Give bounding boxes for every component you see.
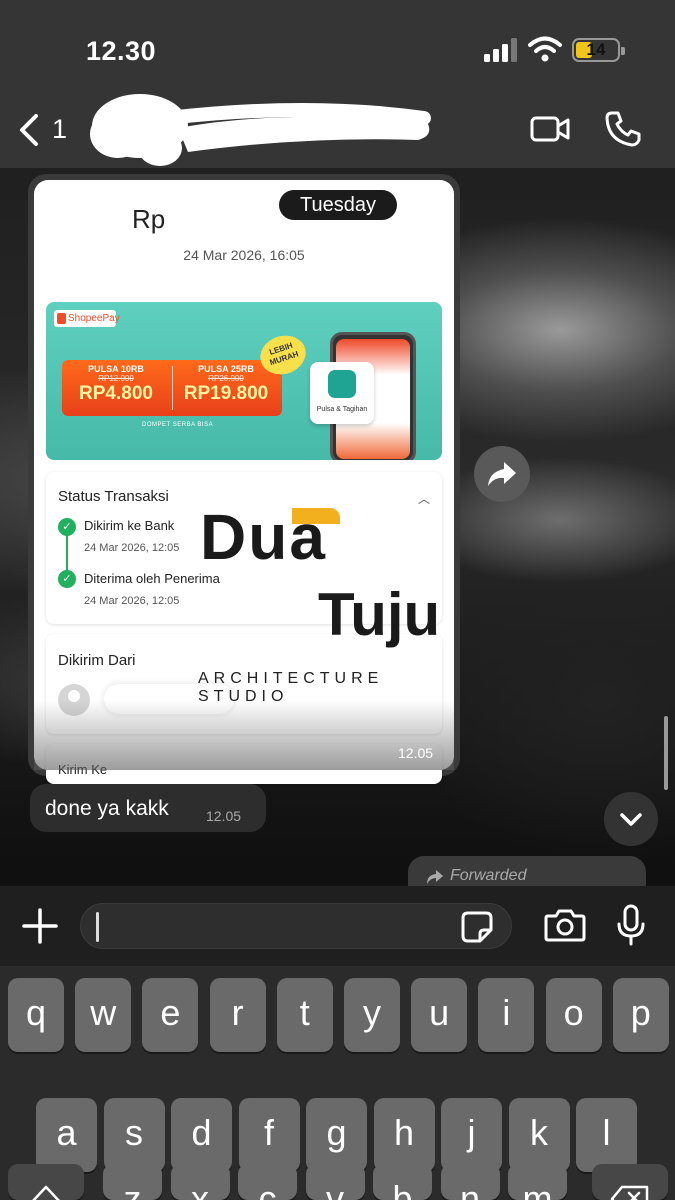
key-r[interactable]: r <box>209 978 266 1052</box>
key-p[interactable]: p <box>612 978 669 1052</box>
key-w[interactable]: w <box>75 978 132 1052</box>
wifi-icon <box>528 36 562 62</box>
key-x[interactable]: x <box>170 1164 230 1200</box>
promo-right-price: RP19.800 <box>183 383 269 404</box>
watermark-line1: Dua <box>200 501 327 573</box>
receipt-datetime: 24 Mar 2026, 16:05 <box>183 247 305 263</box>
key-i[interactable]: i <box>478 978 535 1052</box>
forwarded-label: Forwarded <box>450 867 527 884</box>
shopeepay-logo: ShopeePay <box>54 310 120 327</box>
key-q[interactable]: q <box>8 978 64 1052</box>
forwarded-arrow-icon <box>427 870 443 884</box>
key-c[interactable]: c <box>238 1164 297 1200</box>
promo-left-price: RP4.800 <box>79 383 153 404</box>
key-k[interactable]: k <box>508 1098 570 1172</box>
video-call-icon[interactable] <box>530 114 570 144</box>
sticker-icon[interactable] <box>460 910 494 944</box>
voice-call-icon[interactable] <box>604 110 642 148</box>
key-t[interactable]: t <box>276 978 333 1052</box>
shift-arrow-icon <box>32 1185 60 1200</box>
image-caption-gradient <box>34 700 454 770</box>
dua-tuju-watermark: Dua Tuju ARCHITECTURE STUDIO <box>198 500 480 705</box>
image-message-time: 12.05 <box>398 745 434 761</box>
receipt-amount: Rp <box>132 204 166 234</box>
camera-icon[interactable] <box>544 906 586 944</box>
phone-signal-icon <box>328 370 356 398</box>
message-time: 12.05 <box>206 808 242 824</box>
battery-level: 14 <box>586 40 606 59</box>
key-a[interactable]: a <box>36 1098 97 1172</box>
key-b[interactable]: b <box>373 1164 432 1200</box>
signal-icon <box>484 38 517 62</box>
pulsa-tagihan-tile: Pulsa & Tagihan <box>310 362 374 424</box>
back-chevron-icon[interactable] <box>14 112 44 148</box>
scroll-to-bottom-button[interactable] <box>604 792 658 846</box>
key-o[interactable]: o <box>545 978 602 1052</box>
key-v[interactable]: v <box>305 1164 365 1200</box>
text-cursor <box>96 912 99 942</box>
date-separator-pill: Tuesday <box>279 190 397 220</box>
shift-key[interactable] <box>8 1164 84 1200</box>
sender-title: Dikirim Dari <box>58 652 136 669</box>
watermark-line2: Tuju <box>318 581 441 648</box>
status-step-time: 24 Mar 2026, 12:05 <box>84 595 180 607</box>
key-l[interactable]: l <box>576 1098 637 1172</box>
key-u[interactable]: u <box>411 978 468 1052</box>
status-title: Status Transaksi <box>58 488 169 505</box>
promo-left-old-price: RP12.000 <box>98 374 134 383</box>
incoming-message-bubble[interactable]: done ya kakk 12.05 <box>30 784 266 832</box>
promo-footer: DOMPET SERBA BISA <box>142 422 214 428</box>
key-z[interactable]: z <box>103 1164 162 1200</box>
promo-left-title: PULSA 10RB <box>88 364 144 374</box>
key-n[interactable]: n <box>440 1164 500 1200</box>
key-d[interactable]: d <box>171 1098 232 1172</box>
redacted-contact-name <box>90 94 431 166</box>
pulsa-promo-box: PULSA 10RB RP12.000 RP4.800 PULSA 25RB R… <box>62 360 282 416</box>
forward-share-icon[interactable] <box>474 446 530 502</box>
message-text: done ya kakk <box>45 797 169 820</box>
key-j[interactable]: j <box>441 1098 502 1172</box>
plus-icon[interactable] <box>20 906 60 946</box>
message-input[interactable] <box>80 903 512 949</box>
status-time: 12.30 <box>86 36 157 66</box>
key-m[interactable]: m <box>508 1164 567 1200</box>
key-h[interactable]: h <box>373 1098 435 1172</box>
key-f[interactable]: f <box>238 1098 300 1172</box>
watermark-line3: ARCHITECTURE STUDIO <box>198 670 384 705</box>
backspace-icon <box>610 1185 649 1200</box>
microphone-icon[interactable] <box>616 904 646 946</box>
back-unread-count[interactable]: 1 <box>52 114 67 145</box>
key-e[interactable]: e <box>142 978 199 1052</box>
promo-right-old-price: RP26.000 <box>208 374 244 383</box>
check-circle-icon: ✓ <box>58 518 76 536</box>
status-step-time: 24 Mar 2026, 12:05 <box>84 542 180 554</box>
check-circle-icon: ✓ <box>58 570 76 588</box>
key-s[interactable]: s <box>103 1098 165 1172</box>
battery-indicator: 14 <box>572 38 625 62</box>
key-y[interactable]: y <box>344 978 400 1052</box>
pulsa-tile-label: Pulsa & Tagihan <box>316 406 368 413</box>
scrollbar[interactable] <box>664 716 668 790</box>
delete-key[interactable] <box>592 1164 668 1200</box>
key-g[interactable]: g <box>306 1098 367 1172</box>
status-step-label: Dikirim ke Bank <box>84 518 175 533</box>
shopeepay-promo-banner: ShopeePay PULSA 10RB RP12.000 RP4.800 PU… <box>46 302 442 460</box>
